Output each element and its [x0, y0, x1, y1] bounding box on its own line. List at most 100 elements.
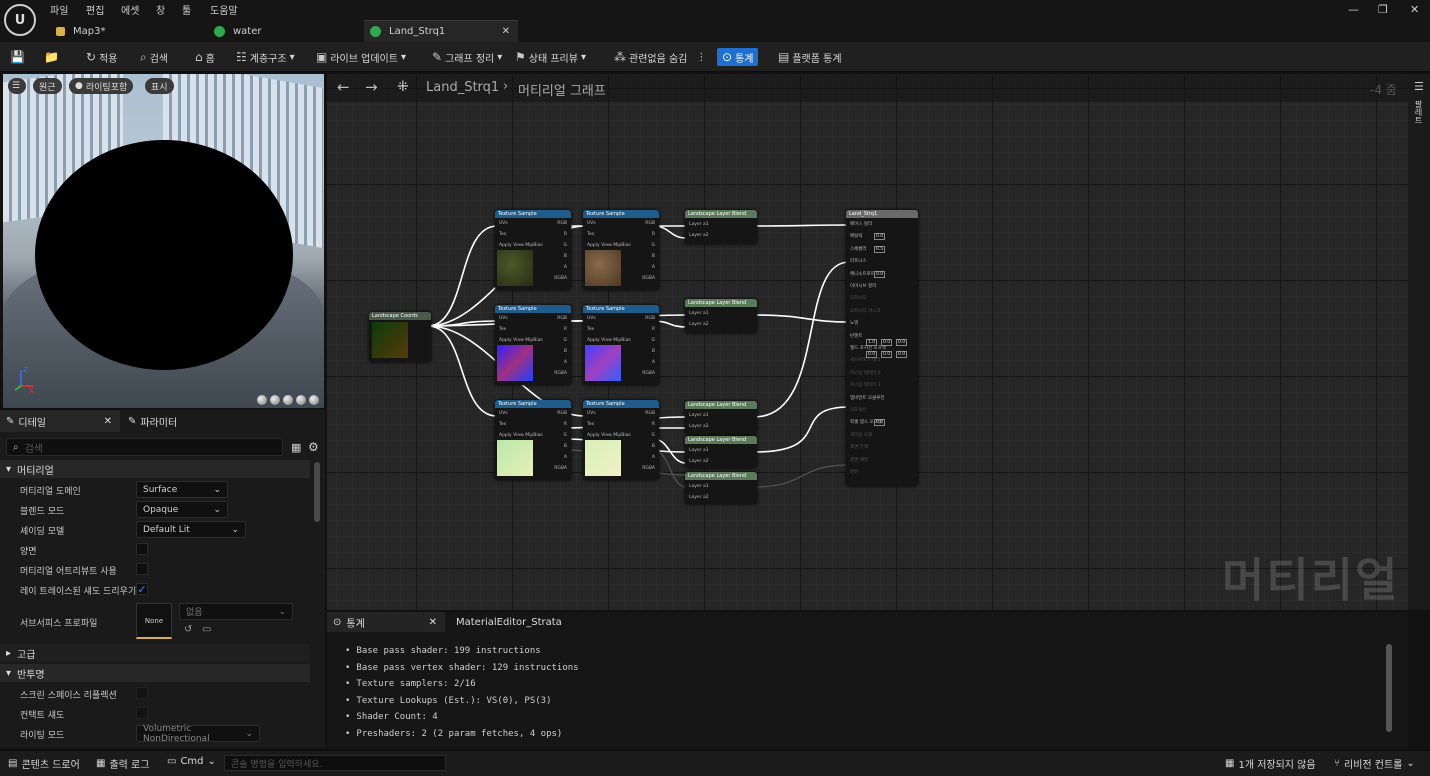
apply-button[interactable]: ↻ 적용: [86, 48, 117, 66]
node-pin[interactable]: 이미시브 컬러: [850, 283, 876, 289]
node-pin[interactable]: 변위: [850, 469, 858, 475]
close-tab-icon[interactable]: ✕: [429, 617, 437, 628]
node-pin[interactable]: Layer a2: [689, 495, 709, 500]
texture-sample-node[interactable]: Texture Sample UVs Tex Apply View MipBias RG…: [583, 305, 659, 385]
node-pin[interactable]: 오파시티 마스크: [850, 308, 880, 314]
section-translucency[interactable]: ▾ 반투명: [0, 664, 310, 682]
layer-blend-node[interactable]: Landscape Layer Blend Layer a1 Layer a2: [685, 401, 757, 435]
section-material[interactable]: ▾ 머티리얼: [0, 460, 310, 478]
node-pin[interactable]: R: [564, 327, 567, 332]
node-pin[interactable]: A: [652, 455, 655, 460]
texture-sample-node[interactable]: Texture Sample UVs Tex Apply View MipBias RG…: [495, 305, 571, 385]
node-pin[interactable]: B: [652, 444, 655, 449]
layer-blend-node[interactable]: Landscape Layer Blend Layer a1 Layer a2: [685, 299, 757, 333]
node-pin[interactable]: R: [564, 422, 567, 427]
node-pin[interactable]: 노멀: [850, 320, 858, 326]
tab-material-editor-strata[interactable]: MaterialEditor_Strata: [456, 612, 562, 632]
material-attributes-checkbox[interactable]: [136, 563, 148, 575]
hierarchy-button[interactable]: ☷ 계층구조 ▾: [236, 48, 295, 66]
node-pin[interactable]: B: [564, 444, 567, 449]
node-pin[interactable]: RGB: [645, 221, 655, 226]
pin-value-box[interactable]: 0.5: [874, 245, 886, 253]
node-pin[interactable]: UVs: [587, 316, 596, 321]
node-pin[interactable]: 러프니스: [850, 258, 867, 264]
result-node[interactable]: Land_Strq1 베이스 컬러 메탈릭 스페큘러 러프니스 애니소트로피 이미시브 컬러…: [846, 210, 918, 486]
node-pin[interactable]: 탄젠트: [850, 333, 862, 339]
node-pin[interactable]: Layer a1: [689, 413, 709, 418]
node-pin[interactable]: 오파시티: [850, 295, 867, 301]
node-pin[interactable]: B: [652, 349, 655, 354]
menu-window[interactable]: 창: [156, 2, 165, 17]
revision-control-button[interactable]: ⑂ 리비전 컨트롤 ⌄: [1334, 756, 1415, 771]
node-pin[interactable]: Tex: [499, 422, 506, 427]
texture-sample-node[interactable]: Texture Sample UVs Tex Apply View MipBias RG…: [495, 400, 571, 480]
stats-scrollbar[interactable]: [1386, 644, 1392, 732]
reset-arrow-icon[interactable]: ↺: [184, 624, 192, 635]
node-pin[interactable]: A: [564, 455, 567, 460]
state-preview-button[interactable]: ⚑ 상태 프리뷰 ▾: [515, 48, 586, 66]
node-pin[interactable]: UVs: [499, 316, 508, 321]
tab-land-strq1[interactable]: Land_Strq1 ✕: [364, 20, 518, 42]
close-tab-icon[interactable]: ✕: [104, 416, 112, 427]
node-pin[interactable]: G: [564, 243, 568, 248]
minimize-button[interactable]: —: [1348, 3, 1359, 16]
layer-blend-node[interactable]: Landscape Layer Blend Layer a1 Layer a2: [685, 436, 757, 468]
tab-details[interactable]: ✎ 디테일 ✕: [0, 410, 120, 432]
preview-shape-plane[interactable]: [283, 395, 293, 405]
tab-parameters[interactable]: ✎ 파라미터: [128, 410, 177, 432]
preview-shape-sphere[interactable]: [270, 395, 280, 405]
output-log-button[interactable]: ▦ 출력 로그: [96, 756, 149, 771]
tab-water[interactable]: water: [208, 20, 358, 42]
blend-mode-dropdown[interactable]: Opaque ⌄: [136, 501, 228, 518]
node-pin[interactable]: 앞면 재질: [850, 457, 868, 463]
node-pin[interactable]: 표면 두께: [850, 444, 868, 450]
node-pin[interactable]: RGB: [645, 411, 655, 416]
node-pin[interactable]: Layer a1: [689, 484, 709, 489]
graph-clean-button[interactable]: ✎ 그래프 정리 ▾: [432, 48, 502, 66]
node-pin[interactable]: UVs: [587, 411, 596, 416]
section-advanced[interactable]: ▸ 고급: [0, 644, 310, 662]
menu-asset[interactable]: 에셋: [121, 2, 139, 17]
node-pin[interactable]: 스페큘러: [850, 246, 867, 252]
pin-value-box[interactable]: 0.0: [881, 338, 893, 346]
node-pin[interactable]: RGB: [557, 411, 567, 416]
preview-shape-mesh[interactable]: [309, 395, 319, 405]
material-graph[interactable]: ← → ⁜ Land_Strq1 › 머티리얼 그래프 -4 줌 Landsca…: [327, 74, 1408, 610]
node-pin[interactable]: G: [564, 433, 568, 438]
palette-label[interactable]: 팔레트: [1413, 100, 1424, 124]
node-pin[interactable]: RGBA: [554, 276, 567, 281]
node-pin[interactable]: Apply View MipBias: [499, 433, 543, 438]
node-pin[interactable]: Layer a2: [689, 459, 709, 464]
node-pin[interactable]: 커스텀 데이터 1: [850, 382, 881, 388]
node-pin[interactable]: Layer a1: [689, 222, 709, 227]
node-pin[interactable]: Apply View MipBias: [587, 338, 631, 343]
node-pin[interactable]: Layer a2: [689, 322, 709, 327]
node-pin[interactable]: Apply View MipBias: [499, 338, 543, 343]
node-pin[interactable]: UVs: [587, 221, 596, 226]
ray-traced-shadow-checkbox[interactable]: ✓: [136, 583, 148, 596]
node-pin[interactable]: 커스텀 데이터 0: [850, 370, 881, 376]
node-pin[interactable]: R: [652, 422, 655, 427]
close-window-button[interactable]: ✕: [1410, 3, 1419, 16]
node-pin[interactable]: 애니소트로피: [850, 271, 875, 277]
material-domain-dropdown[interactable]: Surface ⌄: [136, 481, 228, 498]
pin-value-box[interactable]: 1.0: [866, 338, 878, 346]
browse-button[interactable]: 📁: [44, 48, 59, 66]
pin-value-box[interactable]: 0.0: [896, 338, 908, 346]
maximize-button[interactable]: ❐: [1378, 3, 1388, 16]
unsaved-button[interactable]: ▦ 1개 저장되지 않음: [1225, 756, 1316, 771]
node-pin[interactable]: 리프랙션: [850, 407, 867, 413]
pin-value-box[interactable]: 0.0: [874, 419, 886, 427]
tab-stats[interactable]: ⊙ 통계 ✕: [327, 612, 445, 632]
node-pin[interactable]: Apply View MipBias: [587, 433, 631, 438]
layer-blend-node[interactable]: Landscape Layer Blend Layer a1 Layer a2: [685, 210, 757, 244]
texture-sample-node[interactable]: Texture Sample UVs Tex Apply View MipBias RG…: [495, 210, 571, 290]
browse-folder-icon[interactable]: ▭: [202, 624, 211, 635]
node-pin[interactable]: 셰이딩 모델: [850, 432, 872, 438]
details-search-input[interactable]: ⌕ 검색: [6, 438, 283, 456]
node-pin[interactable]: 베이스 컬러: [850, 221, 872, 227]
node-pin[interactable]: A: [652, 360, 655, 365]
node-pin[interactable]: A: [564, 360, 567, 365]
node-pin[interactable]: RGBA: [554, 371, 567, 376]
node-pin[interactable]: Tex: [499, 327, 506, 332]
